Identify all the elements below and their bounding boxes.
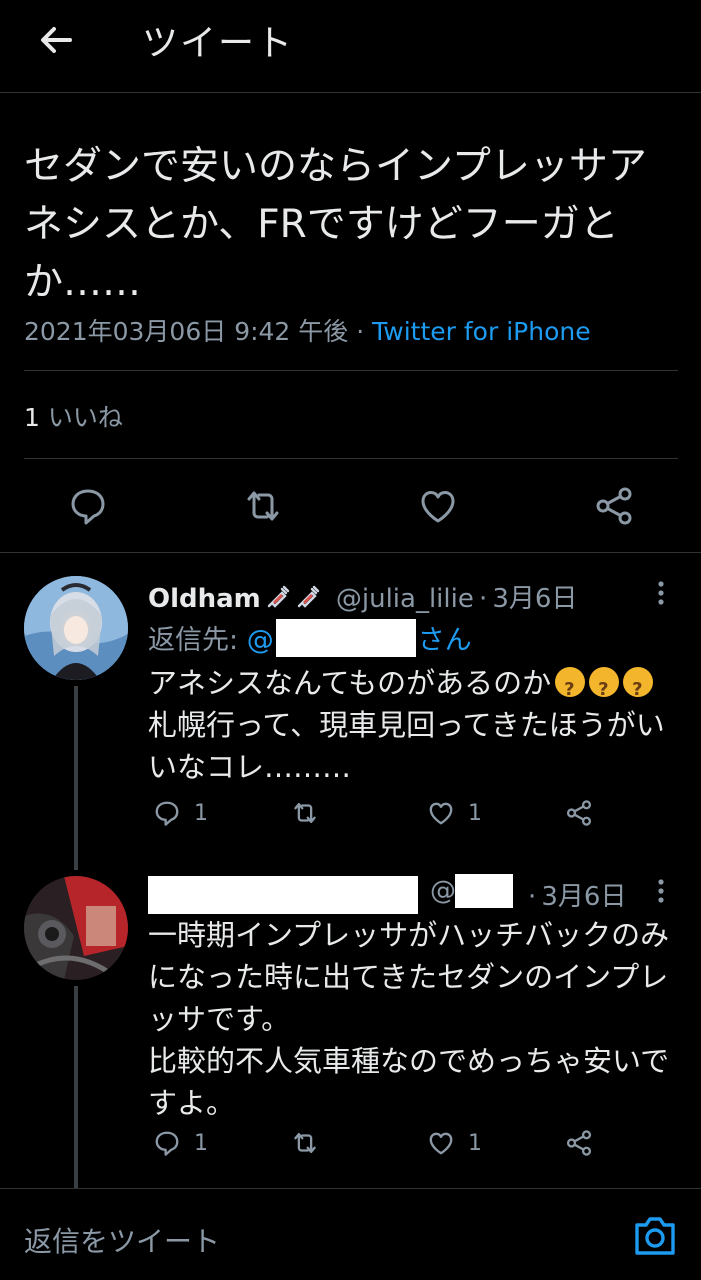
like-button[interactable]: 1: [426, 1128, 482, 1158]
share-icon: [566, 800, 592, 826]
meta-separator: ·: [528, 882, 537, 912]
reply-text-line: アネシスなんてものがあるのか: [148, 666, 552, 700]
page-title: ツイート: [142, 23, 295, 64]
thread-line: [74, 686, 78, 870]
likes-label: いいね: [47, 403, 123, 432]
like-heart-icon: [429, 1132, 453, 1155]
like-button[interactable]: 1: [426, 798, 482, 828]
reply-icon: [155, 1131, 179, 1156]
reply-button[interactable]: 1: [152, 798, 208, 828]
thinking-face-emoji-icon: [623, 667, 654, 711]
display-name[interactable]: Oldham: [148, 584, 261, 614]
thread-line: [74, 986, 78, 1188]
tweet-text: セダンで安いのならインプレッサアネシスとか、FRですけどフーガとか……: [24, 144, 647, 305]
retweet-icon: [294, 802, 316, 824]
meta-separator: ·: [478, 584, 488, 614]
share-icon[interactable]: [592, 484, 636, 528]
user-handle[interactable]: @julia_lilie: [336, 584, 474, 614]
reply-to: 返信先: @ さん: [148, 618, 472, 657]
likes-summary[interactable]: 1 いいね: [24, 398, 123, 434]
retweet-button[interactable]: [290, 1128, 320, 1158]
tweet-source-link[interactable]: Twitter for iPhone: [372, 317, 590, 346]
reply-text-line: 札幌行って、現車見回ってきたほうがいいなコレ………: [148, 708, 665, 784]
retweet-icon: [294, 1132, 316, 1154]
reply-2-header: @: [430, 876, 456, 906]
more-options-icon[interactable]: [656, 878, 666, 906]
share-button[interactable]: [564, 1128, 594, 1158]
redacted-display-name: [148, 876, 418, 914]
tweet-meta: 2021年03月06日 9:42 午後 · Twitter for iPhone: [24, 312, 591, 348]
reply-date: 3月6日: [492, 584, 578, 614]
divider: [24, 458, 678, 459]
more-options-icon[interactable]: [656, 580, 666, 608]
thinking-face-emoji-icon: [589, 667, 620, 711]
reply-icon[interactable]: [66, 484, 110, 528]
like-heart-icon[interactable]: [416, 484, 460, 528]
redacted-handle: [455, 874, 513, 908]
like-count: 1: [468, 1130, 482, 1156]
thinking-face-emoji-icon: [555, 667, 586, 711]
divider: [24, 370, 678, 371]
share-button[interactable]: [564, 798, 594, 828]
reply-count: 1: [194, 1130, 208, 1156]
meta-separator: ·: [356, 317, 365, 346]
likes-count: 1: [24, 403, 40, 432]
reply-to-mention-at[interactable]: @: [247, 625, 274, 656]
reply-date: 3月6日: [541, 882, 627, 912]
reply-to-label: 返信先:: [148, 625, 239, 656]
syringe-emoji-icon: [267, 585, 289, 608]
avatar[interactable]: [24, 876, 128, 980]
syringe-emoji-icon: [297, 585, 319, 608]
reply-button[interactable]: 1: [152, 1128, 208, 1158]
like-count: 1: [468, 800, 482, 826]
reply-count: 1: [194, 800, 208, 826]
reply-icon: [155, 801, 179, 826]
retweet-button[interactable]: [290, 798, 320, 828]
share-icon: [566, 1130, 592, 1156]
tweet-timestamp: 2021年03月06日 9:42 午後: [24, 317, 349, 346]
redacted-username: [275, 619, 416, 657]
reply-1-header: Oldham @julia_lilie · 3月6日: [148, 578, 577, 615]
back-arrow-icon[interactable]: [36, 20, 76, 60]
camera-icon[interactable]: [632, 1215, 678, 1257]
like-heart-icon: [429, 802, 453, 825]
reply-1-text: アネシスなんてものがあるのか 札幌行って、現車見回ってきたほうがいいなコレ………: [148, 662, 678, 788]
user-handle-at[interactable]: @: [430, 876, 456, 906]
top-bar: [0, 0, 701, 93]
divider: [0, 552, 701, 553]
reply-input[interactable]: 返信をツイート: [24, 1220, 220, 1260]
reply-to-suffix: さん: [417, 625, 472, 656]
reply-2-meta: · 3月6日: [528, 876, 626, 913]
retweet-icon[interactable]: [241, 484, 285, 528]
reply-2-text: 一時期インプレッサがハッチバックのみになった時に出てきたセダンのインプレッサです…: [148, 918, 670, 1120]
avatar[interactable]: [24, 576, 128, 680]
